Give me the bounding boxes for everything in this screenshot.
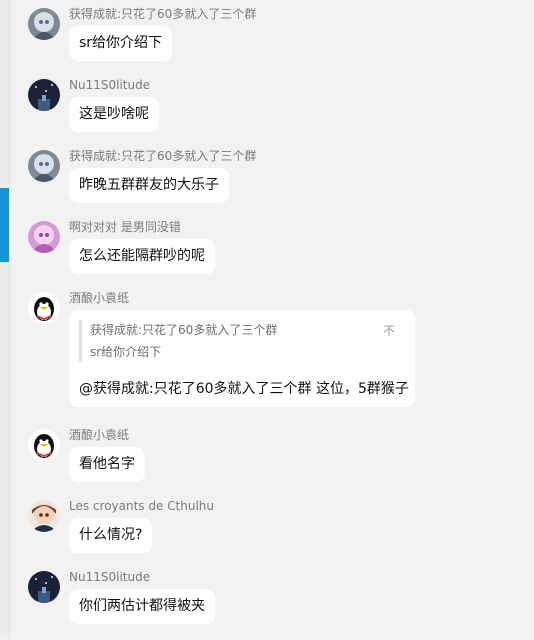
message-bubble[interactable]: sr给你介绍下 <box>69 26 173 61</box>
message-item: 获得成就:只花了60多就入了三个群 昨晚五群群友的大乐子 <box>28 148 534 219</box>
qq-penguin-avatar[interactable] <box>28 292 60 324</box>
brown-hair-avatar[interactable] <box>28 500 60 532</box>
sender-name[interactable]: 酒酿小袁纸 <box>69 290 129 306</box>
active-chat-indicator <box>0 188 9 262</box>
message-item: Les croyants de Cthulhu 什么情况? <box>28 498 534 569</box>
message-item: 酒酿小袁纸 获得成就:只花了60多就入了三个群 sr给你介绍下 不 @获得成就:… <box>28 290 534 427</box>
sender-name[interactable]: Nu11S0litude <box>69 77 150 93</box>
message-item: Nu11S0litude 这是吵啥呢 <box>28 77 534 148</box>
message-list[interactable]: 获得成就:只花了60多就入了三个群 sr给你介绍下 Nu11S0litude 这… <box>28 6 534 640</box>
message-item: Nu11S0litude 你们两估计都得被夹 <box>28 569 534 640</box>
reply-text: @获得成就:只花了60多就入了三个群 这位，5群猴子 <box>79 380 409 399</box>
sender-name[interactable]: 获得成就:只花了60多就入了三个群 <box>69 6 256 22</box>
sender-name[interactable]: 啊对对对 是男同没错 <box>69 219 181 235</box>
quoted-sender-name: 获得成就:只花了60多就入了三个群 <box>90 323 278 337</box>
quote-mark: 不 <box>382 324 395 338</box>
qq-penguin-avatar[interactable] <box>28 429 60 461</box>
quoted-message[interactable]: 获得成就:只花了60多就入了三个群 sr给你介绍下 不 <box>79 320 405 362</box>
message-item: 酒酿小袁纸 看他名字 <box>28 427 534 498</box>
sender-name[interactable]: Les croyants de Cthulhu <box>69 498 214 514</box>
sender-name[interactable]: 获得成就:只花了60多就入了三个群 <box>69 148 256 164</box>
message-bubble[interactable]: 你们两估计都得被夹 <box>69 589 215 624</box>
reply-body: 这位，5群猴子 <box>315 381 409 397</box>
message-item: 获得成就:只花了60多就入了三个群 sr给你介绍下 <box>28 6 534 77</box>
message-bubble[interactable]: 昨晚五群群友的大乐子 <box>69 168 229 203</box>
message-bubble[interactable]: 这是吵啥呢 <box>69 97 159 132</box>
mention[interactable]: @获得成就:只花了60多就入了三个群 <box>79 381 312 397</box>
pink-hair-avatar[interactable] <box>28 221 60 253</box>
quoted-text: sr给你介绍下 <box>90 345 162 359</box>
message-bubble[interactable]: 看他名字 <box>69 447 145 482</box>
silver-hair-avatar[interactable] <box>28 8 60 40</box>
message-item: 啊对对对 是男同没错 怎么还能隔群吵的呢 <box>28 219 534 290</box>
night-sky-avatar[interactable] <box>28 79 60 111</box>
message-bubble[interactable]: 什么情况? <box>69 518 153 553</box>
reply-message-bubble[interactable]: 获得成就:只花了60多就入了三个群 sr给你介绍下 不 @获得成就:只花了60多… <box>69 310 415 407</box>
sender-name[interactable]: Nu11S0litude <box>69 569 150 585</box>
sender-name[interactable]: 酒酿小袁纸 <box>69 427 129 443</box>
silver-hair-avatar[interactable] <box>28 150 60 182</box>
night-sky-avatar[interactable] <box>28 571 60 603</box>
message-bubble[interactable]: 怎么还能隔群吵的呢 <box>69 239 215 274</box>
left-rail <box>0 0 10 639</box>
